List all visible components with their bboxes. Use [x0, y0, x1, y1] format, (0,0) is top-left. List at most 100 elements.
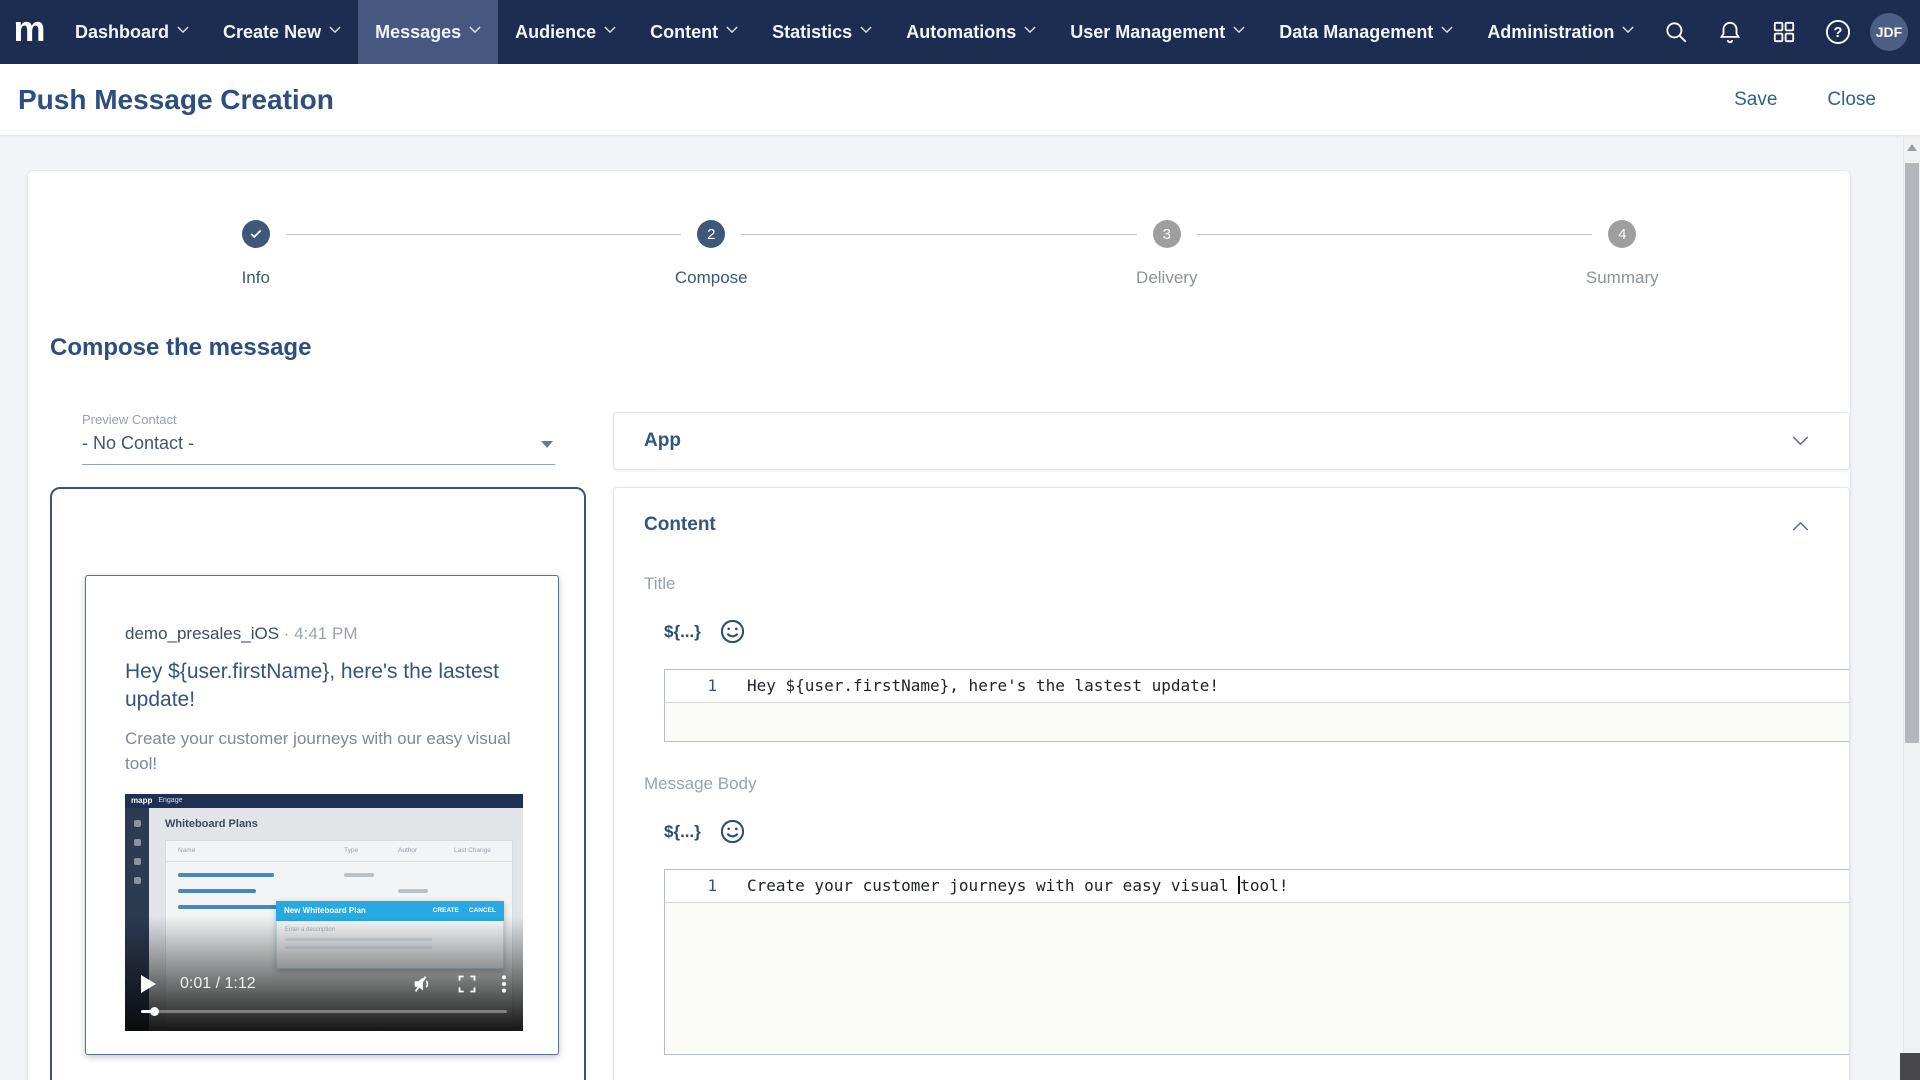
wizard-card: Info 2 Compose 3 Delivery 4 Summary Comp…: [27, 170, 1851, 1080]
body-text-before-cursor: Create your customer journeys with our e…: [747, 876, 1238, 895]
push-notification-preview: demo_presales_iOS · 4:41 PM Hey ${user.f…: [85, 575, 559, 1055]
user-avatar[interactable]: JDF: [1870, 13, 1908, 51]
device-preview-frame: demo_presales_iOS · 4:41 PM Hey ${user.f…: [50, 487, 586, 1080]
page-title: Push Message Creation: [18, 84, 334, 116]
step-label: Compose: [675, 268, 748, 288]
chevron-down-icon: [604, 26, 616, 34]
chevron-down-icon: [1233, 26, 1245, 34]
search-button[interactable]: [1654, 10, 1698, 54]
chevron-down-icon: [469, 26, 481, 34]
preview-contact-select[interactable]: Preview Contact - No Contact -: [82, 412, 555, 465]
step-circle: 3: [1153, 220, 1181, 248]
apps-grid-button[interactable]: [1762, 10, 1806, 54]
thumb-modal-title: New Whiteboard Plan: [284, 906, 429, 915]
emoji-icon: [719, 618, 746, 645]
nav-item-dashboard[interactable]: Dashboard: [58, 0, 206, 64]
thumb-row-link: [178, 873, 274, 877]
titlebar: Push Message Creation Save Close: [0, 64, 1920, 136]
line-number: 1: [665, 870, 729, 902]
nav-item-label: Create New: [223, 22, 321, 43]
nav-item-label: User Management: [1070, 22, 1225, 43]
thumb-navbar: mapp Engage: [125, 794, 523, 808]
push-body-preview: Create your customer journeys with our e…: [125, 727, 522, 775]
step-label: Delivery: [1136, 268, 1197, 288]
content-accordion: Content Title ${...} 1: [613, 487, 1850, 1080]
thumb-row-link: [178, 889, 256, 893]
titlebar-actions: Save Close: [1734, 89, 1876, 111]
chevron-down-icon: [1622, 26, 1634, 34]
nav-item-administration[interactable]: Administration: [1470, 0, 1651, 64]
video-duration: 1:12: [225, 975, 256, 992]
thumb-brand-logo: mapp: [131, 796, 152, 805]
preview-contact-value: - No Contact -: [82, 433, 555, 454]
muted-speaker-icon[interactable]: [411, 973, 433, 995]
push-title-preview: Hey ${user.firstName}, here's the lastes…: [125, 658, 522, 713]
scrollbar-thumb[interactable]: [1905, 163, 1919, 743]
title-editor-text[interactable]: Hey ${user.firstName}, here's the lastes…: [729, 670, 1219, 702]
mapp-logo[interactable]: m: [0, 0, 58, 64]
video-current-time: 0:01: [180, 975, 211, 992]
personalization-button[interactable]: ${...}: [664, 822, 701, 842]
app-accordion[interactable]: App: [613, 412, 1850, 470]
nav-item-label: Messages: [375, 22, 461, 43]
nav-item-data-management[interactable]: Data Management: [1262, 0, 1470, 64]
personalization-button[interactable]: ${...}: [664, 622, 701, 642]
chevron-down-icon: [1024, 26, 1036, 34]
push-app-name: demo_presales_iOS: [125, 624, 279, 643]
emoji-picker-button[interactable]: [719, 818, 746, 845]
video-progress-bar[interactable]: [141, 1010, 507, 1013]
vertical-scrollbar[interactable]: [1903, 137, 1920, 1080]
step-summary[interactable]: 4 Summary: [1395, 220, 1851, 288]
thumb-col-author: Author: [398, 847, 417, 854]
nav-item-messages[interactable]: Messages: [358, 0, 498, 64]
body-code-editor[interactable]: 1 Create your customer journeys with our…: [664, 869, 1850, 1055]
video-time: 0:01 / 1:12: [180, 975, 256, 993]
thumb-create-button: CREATE: [433, 907, 459, 914]
thumb-col-name: Name: [178, 847, 195, 854]
thumb-product-label: Engage: [158, 797, 182, 804]
nav-item-statistics[interactable]: Statistics: [755, 0, 889, 64]
editor-active-line[interactable]: 1 Create your customer journeys with our…: [665, 870, 1850, 903]
chevron-down-icon[interactable]: [1792, 436, 1809, 446]
video-progress-knob[interactable]: [150, 1007, 159, 1016]
thumb-col-type: Type: [344, 847, 358, 854]
line-number: 1: [665, 670, 729, 702]
push-dot: ·: [284, 624, 290, 643]
thumb-row-link: [178, 905, 282, 909]
nav-item-automations[interactable]: Automations: [889, 0, 1053, 64]
svg-text:?: ?: [1834, 25, 1843, 41]
help-button[interactable]: ?: [1816, 10, 1860, 54]
step-label: Info: [242, 268, 270, 288]
emoji-picker-button[interactable]: [719, 618, 746, 645]
nav-item-user-management[interactable]: User Management: [1053, 0, 1262, 64]
nav-item-create-new[interactable]: Create New: [206, 0, 358, 64]
save-button[interactable]: Save: [1734, 89, 1777, 111]
title-toolbar: ${...}: [664, 618, 1849, 645]
scrollbar-corner: [1900, 1053, 1920, 1080]
more-options-icon[interactable]: [501, 974, 507, 994]
notifications-button[interactable]: [1708, 10, 1752, 54]
chevron-up-icon[interactable]: [1792, 521, 1809, 531]
thumb-cancel-button: CANCEL: [469, 907, 496, 914]
message-body-label: Message Body: [644, 774, 1849, 794]
thumb-row-cell: [344, 873, 374, 877]
nav-item-label: Administration: [1487, 22, 1614, 43]
nav-item-content[interactable]: Content: [633, 0, 755, 64]
nav-item-audience[interactable]: Audience: [498, 0, 633, 64]
close-button[interactable]: Close: [1827, 89, 1876, 111]
emoji-icon: [719, 818, 746, 845]
body-text-after-cursor: tool!: [1240, 876, 1288, 895]
step-compose[interactable]: 2 Compose: [484, 220, 940, 288]
body-editor-text[interactable]: Create your customer journeys with our e…: [729, 870, 1288, 902]
step-info[interactable]: Info: [28, 220, 484, 288]
section-heading: Compose the message: [50, 334, 1850, 362]
play-icon[interactable]: [141, 975, 156, 993]
fullscreen-icon[interactable]: [457, 974, 477, 994]
scrollbar-up-arrow-icon[interactable]: [1907, 144, 1917, 151]
step-delivery[interactable]: 3 Delivery: [939, 220, 1395, 288]
editor-active-line[interactable]: 1 Hey ${user.firstName}, here's the last…: [665, 670, 1850, 703]
editor-column: App Content Title ${...}: [613, 412, 1850, 1080]
body-toolbar: ${...}: [664, 818, 1849, 845]
nav-item-label: Automations: [906, 22, 1016, 43]
title-code-editor[interactable]: 1 Hey ${user.firstName}, here's the last…: [664, 669, 1850, 742]
